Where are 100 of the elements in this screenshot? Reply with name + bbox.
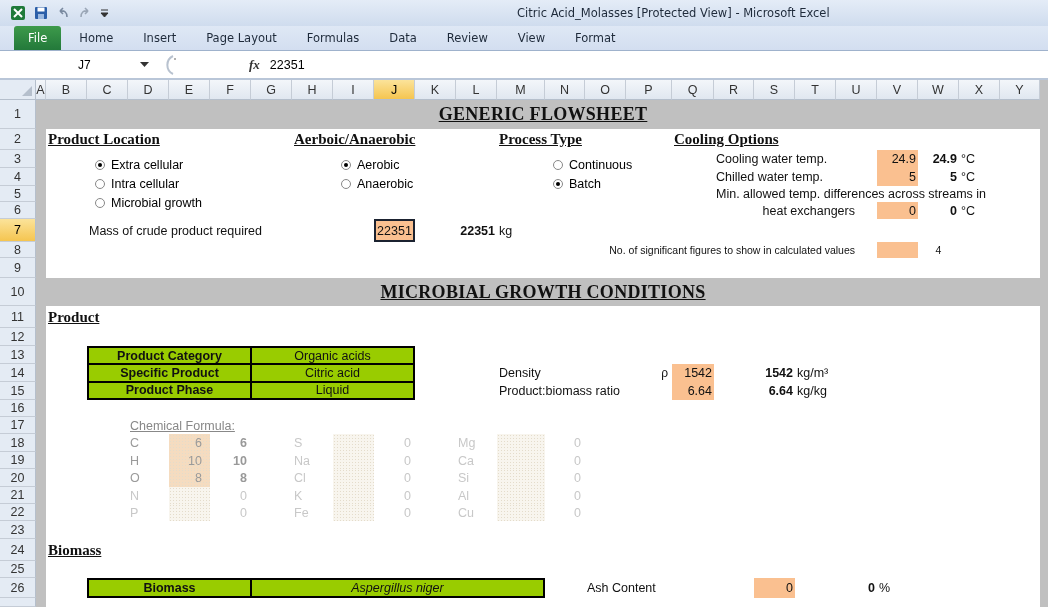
input-cell[interactable]: 5	[877, 168, 918, 186]
radio-button[interactable]	[95, 197, 105, 208]
input-cell[interactable]	[169, 504, 210, 521]
row-header[interactable]: 26	[0, 578, 36, 598]
radio-button[interactable]	[95, 159, 105, 170]
column-header[interactable]: J	[374, 80, 415, 100]
element-symbol: C	[129, 435, 141, 452]
row-header[interactable]: 14	[0, 364, 36, 382]
input-cell[interactable]	[497, 434, 545, 452]
column-header[interactable]: E	[169, 80, 210, 100]
input-cell[interactable]	[497, 504, 545, 521]
cell-label: Min. allowed temp. differences across streams in	[715, 186, 988, 202]
undo-icon[interactable]	[56, 6, 70, 20]
input-cell[interactable]	[333, 504, 374, 521]
redo-icon[interactable]	[78, 6, 92, 20]
row-header[interactable]: 13	[0, 346, 36, 364]
row-header[interactable]	[0, 598, 36, 607]
input-cell[interactable]: 6.64	[672, 382, 714, 400]
row-header[interactable]: 8	[0, 242, 36, 258]
input-cell[interactable]	[169, 487, 210, 504]
option-label[interactable]: Intra cellular	[111, 176, 180, 191]
ribbon-tab[interactable]: Review	[434, 26, 500, 50]
ribbon-tab[interactable]: Formulas	[294, 26, 372, 50]
input-cell[interactable]	[877, 242, 918, 258]
row-header[interactable]: 16	[0, 400, 36, 417]
row-header[interactable]: 22	[0, 504, 36, 521]
input-cell[interactable]: 22351	[374, 219, 415, 242]
input-cell[interactable]: 0	[754, 578, 795, 598]
row-header[interactable]: 23	[0, 521, 36, 539]
table-cell: Product Category	[88, 347, 251, 365]
formula-field[interactable]: 22351	[269, 57, 1048, 72]
row-header[interactable]: 19	[0, 452, 36, 469]
column-header[interactable]: U	[836, 80, 877, 100]
column-header[interactable]: K	[415, 80, 456, 100]
input-cell[interactable]: 1542	[672, 364, 714, 382]
save-icon[interactable]	[34, 6, 48, 20]
row-header[interactable]: 11	[0, 306, 36, 328]
caret-icon[interactable]	[140, 61, 149, 68]
input-cell[interactable]	[333, 434, 374, 452]
column-header[interactable]: W	[918, 80, 959, 100]
row-header[interactable]: 17	[0, 417, 36, 434]
dropdown-icon[interactable]	[100, 7, 109, 19]
row-header[interactable]: 1	[0, 100, 36, 129]
row-header[interactable]: 7	[0, 219, 36, 242]
ribbon-tab[interactable]: Home	[67, 26, 126, 50]
column-header[interactable]: O	[585, 80, 626, 100]
row-header[interactable]: 5	[0, 186, 36, 202]
column-header[interactable]: F	[210, 80, 251, 100]
column-header[interactable]: H	[292, 80, 333, 100]
option-label[interactable]: Aerobic	[357, 157, 400, 172]
ribbon-tab[interactable]: Format	[563, 26, 628, 50]
row-header[interactable]: 12	[0, 328, 36, 346]
row-header[interactable]: 20	[0, 469, 36, 487]
column-header[interactable]: T	[795, 80, 836, 100]
column-header[interactable]: Y	[1000, 80, 1040, 100]
input-cell[interactable]: 0	[877, 202, 918, 219]
option-label[interactable]: Continuous	[569, 157, 633, 172]
column-header[interactable]: B	[46, 80, 87, 100]
radio-button[interactable]	[553, 159, 563, 170]
column-header[interactable]: D	[128, 80, 169, 100]
option-label[interactable]: Extra cellular	[111, 157, 184, 172]
column-header[interactable]: V	[877, 80, 918, 100]
row-header[interactable]: 18	[0, 434, 36, 452]
column-header[interactable]: X	[959, 80, 1000, 100]
row-header[interactable]: 6	[0, 202, 36, 219]
column-header[interactable]: P	[626, 80, 672, 100]
column-header[interactable]: R	[714, 80, 754, 100]
ribbon-tab[interactable]: View	[505, 26, 558, 50]
option-label[interactable]: Batch	[569, 176, 601, 191]
row-header[interactable]: 10	[0, 278, 36, 306]
option-label[interactable]: Anaerobic	[357, 176, 414, 191]
column-header[interactable]: S	[754, 80, 795, 100]
radio-button[interactable]	[341, 178, 351, 189]
table-cell: Aspergillus niger	[251, 579, 544, 597]
row-header[interactable]: 15	[0, 382, 36, 400]
column-header[interactable]: M	[497, 80, 545, 100]
column-header[interactable]: N	[545, 80, 585, 100]
option-label[interactable]: Microbial growth	[111, 195, 202, 210]
row-header[interactable]: 4	[0, 168, 36, 186]
ribbon-tab[interactable]: Page Layout	[194, 26, 289, 50]
select-all-button[interactable]	[0, 80, 36, 100]
column-header[interactable]: C	[87, 80, 128, 100]
row-header[interactable]: 2	[0, 129, 36, 150]
radio-button[interactable]	[341, 159, 351, 170]
column-header[interactable]: L	[456, 80, 497, 100]
row-header[interactable]: 21	[0, 487, 36, 504]
row-header[interactable]: 24	[0, 539, 36, 561]
row-header[interactable]: 25	[0, 561, 36, 578]
column-header[interactable]: Q	[672, 80, 714, 100]
row-header[interactable]: 9	[0, 258, 36, 278]
radio-button[interactable]	[95, 178, 105, 189]
insert-function-button[interactable]: fx	[245, 56, 264, 73]
ribbon-tab[interactable]: Insert	[131, 26, 189, 50]
radio-button[interactable]	[553, 178, 563, 189]
ribbon-tab[interactable]: Data	[377, 26, 429, 50]
row-header[interactable]: 3	[0, 150, 36, 168]
column-header[interactable]: I	[333, 80, 374, 100]
input-cell[interactable]: 24.9	[877, 150, 918, 168]
column-header[interactable]: G	[251, 80, 292, 100]
name-box[interactable]: J7	[0, 57, 140, 72]
